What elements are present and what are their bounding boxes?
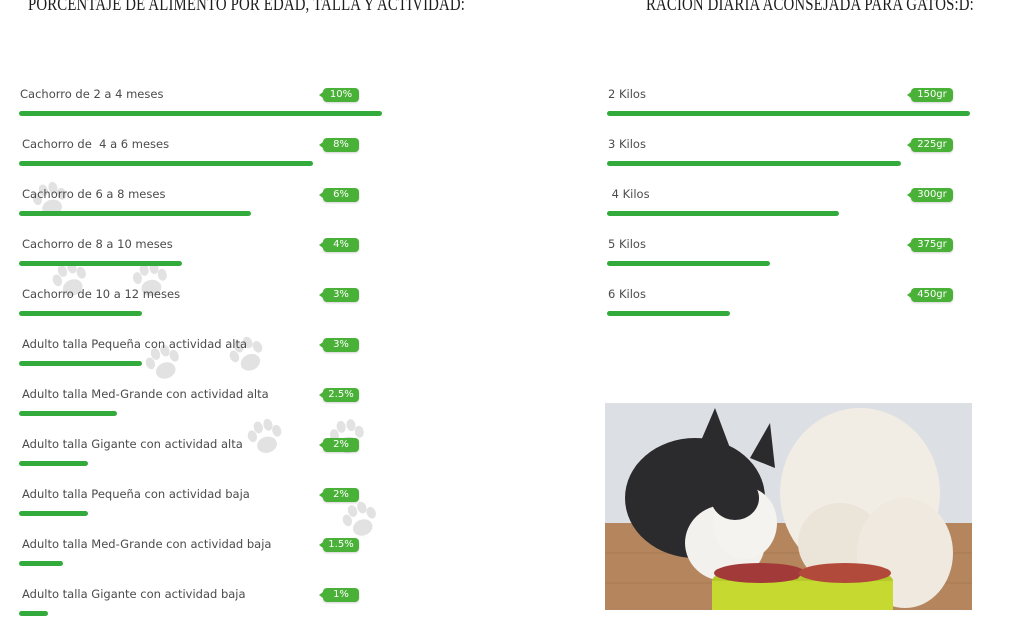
percentage-badge: 3% bbox=[319, 338, 359, 352]
percentage-badge: 6% bbox=[319, 188, 359, 202]
progress-row: 3 Kilos 225gr bbox=[607, 137, 970, 177]
progress-bar bbox=[607, 311, 731, 316]
percentage-badge: 10% bbox=[319, 88, 359, 102]
right-section-title: ración diaria aconsejada para gatos:d: bbox=[646, 0, 974, 15]
progress-bar bbox=[19, 211, 252, 216]
progress-bar bbox=[607, 111, 970, 116]
progress-label: Cachorro de 8 a 10 meses bbox=[22, 237, 173, 251]
progress-row: 5 Kilos 375gr bbox=[607, 237, 970, 277]
progress-label: Adulto talla Gigante con actividad alta bbox=[22, 437, 243, 451]
left-section-title: porcentaje de alimento por edad, talla y… bbox=[28, 0, 466, 15]
progress-label: 3 Kilos bbox=[608, 137, 646, 151]
progress-row: Cachorro de 6 a 8 meses 6% bbox=[19, 187, 382, 227]
percentage-badge: 2% bbox=[319, 438, 359, 452]
progress-row: Cachorro de 4 a 6 meses 8% bbox=[19, 137, 382, 177]
progress-row: Cachorro de 10 a 12 meses 3% bbox=[19, 287, 382, 327]
progress-bar bbox=[19, 561, 63, 566]
progress-bar bbox=[19, 411, 117, 416]
progress-row: Cachorro de 8 a 10 meses 4% bbox=[19, 237, 382, 277]
cat-and-dog-eating-photo bbox=[605, 403, 972, 610]
progress-row: Adulto talla Pequeña con actividad baja … bbox=[19, 487, 382, 527]
progress-label: 4 Kilos bbox=[608, 187, 650, 201]
progress-bar bbox=[19, 161, 314, 166]
progress-label: Adulto talla Pequeña con actividad baja bbox=[22, 487, 250, 501]
percentage-badge: 4% bbox=[319, 238, 359, 252]
ration-badge: 150gr bbox=[907, 88, 953, 102]
progress-bar bbox=[19, 261, 183, 266]
progress-row: Adulto talla Med-Grande con actividad ba… bbox=[19, 537, 382, 577]
progress-bar bbox=[19, 361, 143, 366]
ration-badge: 225gr bbox=[907, 138, 953, 152]
progress-row: Adulto talla Gigante con actividad baja … bbox=[19, 587, 382, 627]
progress-label: Cachorro de 10 a 12 meses bbox=[22, 287, 181, 301]
photo-illustration bbox=[605, 403, 972, 610]
ration-badge: 300gr bbox=[907, 188, 953, 202]
progress-label: Adulto talla Pequeña con actividad alta bbox=[22, 337, 248, 351]
progress-label: 2 Kilos bbox=[608, 87, 646, 101]
progress-bar bbox=[607, 211, 840, 216]
progress-bar bbox=[19, 111, 382, 116]
progress-row: 4 Kilos 300gr bbox=[607, 187, 970, 227]
progress-label: 6 Kilos bbox=[608, 287, 646, 301]
progress-bar bbox=[607, 161, 902, 166]
progress-bar bbox=[19, 511, 88, 516]
percentage-badge: 2% bbox=[319, 488, 359, 502]
progress-row: 6 Kilos 450gr bbox=[607, 287, 970, 327]
percentage-badge: 8% bbox=[319, 138, 359, 152]
progress-row: Cachorro de 2 a 4 meses 10% bbox=[19, 87, 382, 127]
ration-badge: 375gr bbox=[907, 238, 953, 252]
progress-label: Cachorro de 6 a 8 meses bbox=[22, 187, 166, 201]
percentage-badge: 3% bbox=[319, 288, 359, 302]
progress-bar bbox=[19, 611, 49, 616]
percentage-badge: 1.5% bbox=[319, 538, 359, 552]
progress-label: Adulto talla Gigante con actividad baja bbox=[22, 587, 246, 601]
progress-label: Adulto talla Med-Grande con actividad ba… bbox=[22, 537, 272, 551]
percentage-badge: 1% bbox=[319, 588, 359, 602]
progress-label: 5 Kilos bbox=[608, 237, 646, 251]
ration-badge: 450gr bbox=[907, 288, 953, 302]
progress-row: Adulto talla Gigante con actividad alta … bbox=[19, 437, 382, 477]
progress-label: Cachorro de 4 a 6 meses bbox=[22, 137, 170, 151]
progress-row: Adulto talla Pequeña con actividad alta … bbox=[19, 337, 382, 377]
progress-bar bbox=[607, 261, 771, 266]
progress-label: Adulto talla Med-Grande con actividad al… bbox=[22, 387, 269, 401]
percentage-badge: 2.5% bbox=[319, 388, 359, 402]
progress-row: 2 Kilos 150gr bbox=[607, 87, 970, 127]
progress-label: Cachorro de 2 a 4 meses bbox=[20, 87, 164, 101]
progress-bar bbox=[19, 461, 88, 466]
progress-row: Adulto talla Med-Grande con actividad al… bbox=[19, 387, 382, 427]
progress-bar bbox=[19, 311, 143, 316]
